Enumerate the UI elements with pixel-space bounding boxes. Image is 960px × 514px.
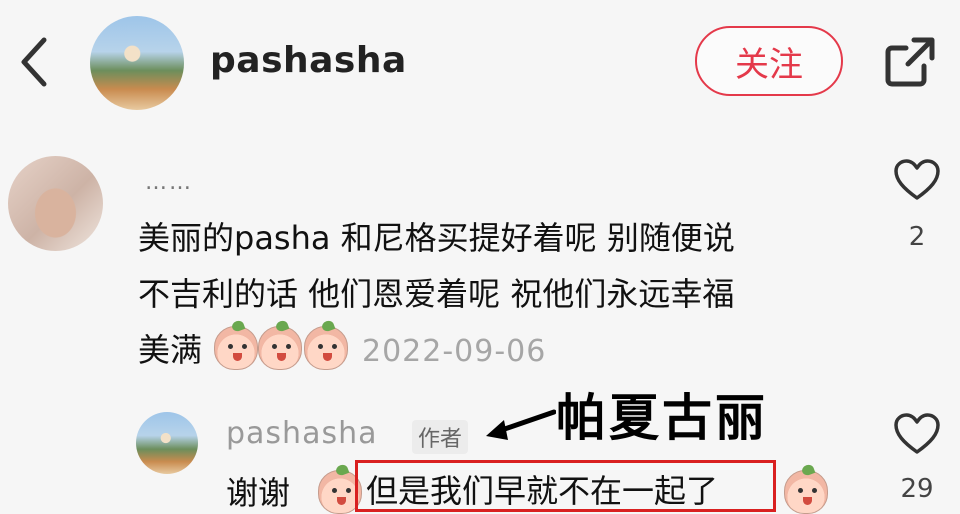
follow-button[interactable]: 关注 (695, 26, 843, 96)
pointer-arrow-icon (484, 398, 557, 444)
comment-text-line: 美丽的pasha 和尼格买提好着呢 别随便说 (138, 219, 735, 257)
like-count: 29 (900, 474, 934, 504)
profile-username[interactable]: pashasha (210, 40, 407, 81)
comment-text-line: 不吉利的话 他们恩爱着呢 祝他们永远幸福 (138, 275, 735, 313)
emoji-sticker (258, 319, 302, 370)
share-button[interactable] (880, 32, 940, 92)
annotation-label: 帕夏古丽 (556, 389, 768, 447)
share-icon (885, 37, 935, 87)
back-button[interactable] (14, 32, 54, 92)
reply-text-prefix: 谢谢 (226, 474, 291, 512)
heart-icon (894, 159, 940, 200)
avatar[interactable] (90, 16, 184, 110)
comment-avatar[interactable] (8, 156, 103, 251)
heart-icon (894, 413, 940, 454)
reply-text: 但是我们早就不在一起了 (366, 472, 719, 510)
author-badge: 作者 (412, 420, 469, 454)
emoji-sticker (214, 319, 258, 370)
back-arrow-icon (21, 37, 47, 87)
comment-date: 2022-09-06 (362, 334, 547, 369)
comment-author[interactable]: …… (145, 170, 193, 195)
reply-author[interactable]: pashasha (226, 416, 377, 451)
reply-avatar[interactable] (136, 412, 198, 474)
like-button[interactable] (893, 158, 941, 202)
emoji-sticker (784, 463, 828, 514)
emoji-sticker (304, 319, 348, 370)
like-button[interactable] (893, 412, 941, 456)
comment-text-line: 美满 (138, 331, 203, 369)
like-count: 2 (908, 222, 926, 252)
